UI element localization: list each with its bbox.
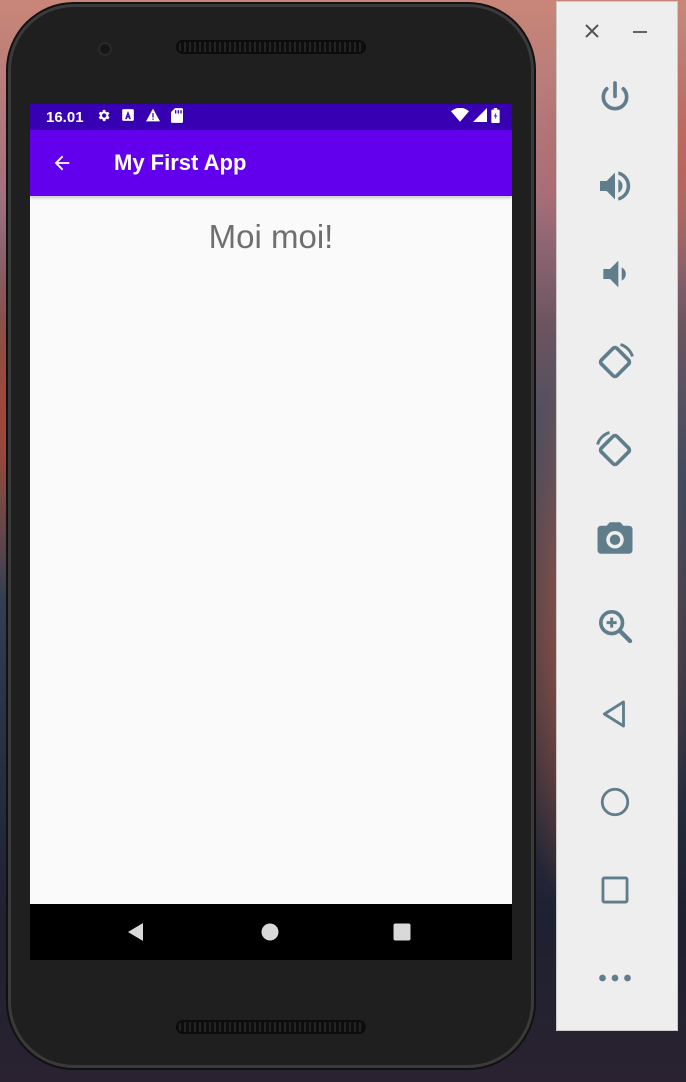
- home-circle-icon: [600, 787, 630, 817]
- panel-window-controls: [557, 20, 677, 44]
- app-toolbar: My First App: [30, 130, 512, 196]
- close-icon: [585, 24, 599, 38]
- wifi-icon: [451, 107, 469, 126]
- arrow-left-icon: [54, 155, 70, 171]
- power-icon: [601, 81, 629, 111]
- nav-recents-button[interactable]: [392, 922, 412, 942]
- volume-down-icon: [603, 260, 626, 288]
- system-nav-bar: [30, 904, 512, 960]
- status-icons-right: [451, 107, 500, 127]
- status-time: 16.01: [46, 108, 84, 126]
- volume-up-button[interactable]: [589, 160, 641, 212]
- rotate-right-icon: [596, 431, 632, 467]
- nav-home-button[interactable]: [260, 922, 280, 942]
- warning-icon: [145, 108, 161, 126]
- back-button[interactable]: [589, 688, 641, 740]
- app-title: My First App: [114, 150, 247, 175]
- home-circle-icon: [261, 923, 279, 941]
- home-button[interactable]: [589, 776, 641, 828]
- sd-card-icon: [170, 107, 183, 127]
- top-speaker-grille: [176, 40, 366, 54]
- phone-screen: 16.01 My First App Moi moi!: [30, 104, 512, 960]
- back-triangle-icon: [128, 923, 143, 941]
- bottom-speaker-grille: [176, 1020, 366, 1034]
- nav-back-button[interactable]: [126, 922, 146, 942]
- panel-minimize-button[interactable]: [631, 22, 651, 42]
- volume-down-button[interactable]: [589, 248, 641, 300]
- phone-device: 16.01 My First App Moi moi!: [8, 4, 534, 1068]
- battery-icon: [491, 107, 500, 127]
- volume-up-icon: [600, 171, 631, 201]
- main-content: Moi moi!: [30, 196, 512, 904]
- toolbar-back-button[interactable]: [50, 151, 74, 175]
- rotate-right-button[interactable]: [589, 424, 641, 476]
- status-icons-left: [96, 107, 183, 127]
- rotate-left-icon: [598, 343, 634, 379]
- power-button[interactable]: [589, 72, 641, 124]
- emulator-control-panel: [557, 2, 677, 1030]
- a-icon: [121, 108, 135, 126]
- settings-icon: [96, 108, 111, 127]
- signal-icon: [473, 108, 487, 126]
- overview-button[interactable]: [589, 864, 641, 916]
- zoom-button[interactable]: [589, 600, 641, 652]
- minimize-icon: [633, 31, 647, 33]
- rotate-left-button[interactable]: [589, 336, 641, 388]
- back-triangle-icon: [602, 700, 625, 728]
- panel-close-button[interactable]: [583, 22, 603, 42]
- screenshot-button[interactable]: [589, 512, 641, 564]
- overview-square-icon: [601, 876, 629, 904]
- front-camera: [98, 42, 112, 56]
- status-bar: 16.01: [30, 104, 512, 130]
- camera-icon: [597, 522, 633, 554]
- recents-square-icon: [393, 923, 411, 941]
- greeting-message: Moi moi!: [208, 218, 334, 255]
- zoom-in-icon: [599, 610, 633, 644]
- more-dots-icon: [599, 974, 631, 982]
- more-button[interactable]: [589, 952, 641, 1004]
